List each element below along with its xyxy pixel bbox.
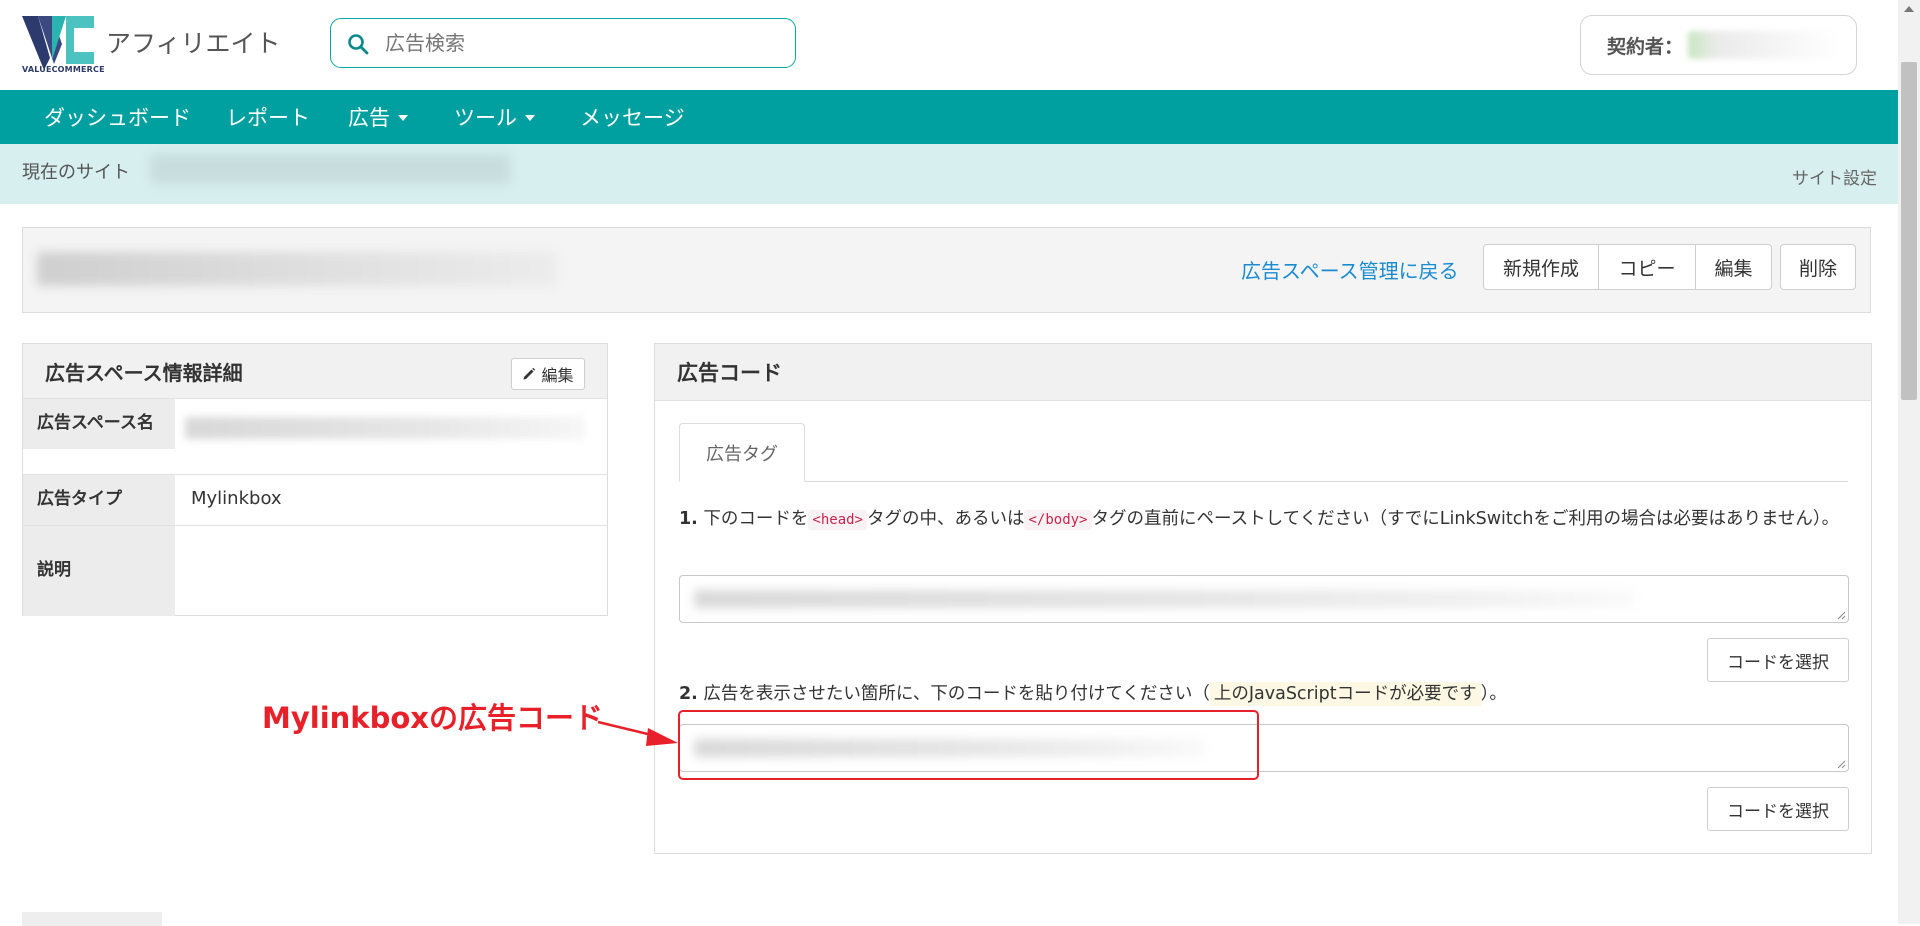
step2-instruction: 2. 広告を表示させたい箇所に、下のコードを貼り付けてください（ 上のJavaSc… [679, 680, 1849, 708]
js-code-redacted [694, 590, 1634, 608]
resize-grip-icon[interactable] [1836, 610, 1846, 620]
select-mylinkbox-code-button[interactable]: コードを選択 [1707, 787, 1849, 831]
head-tag-code: <head> [808, 510, 867, 530]
nav-item-ads[interactable]: 広告 [348, 102, 408, 132]
body-tag-code: </body> [1024, 510, 1092, 530]
current-site-bar: 現在のサイト サイト設定 [0, 144, 1898, 204]
ad-space-name-redacted [185, 417, 585, 439]
info-row-type: 広告タイプ Mylinkbox [23, 474, 607, 525]
ad-search-box[interactable] [330, 18, 796, 68]
caret-down-icon [525, 115, 535, 121]
nav-item-messages[interactable]: メッセージ [580, 102, 685, 132]
info-panel-header: 広告スペース情報詳細 編集 [23, 344, 607, 399]
nav-item-report[interactable]: レポート [226, 102, 310, 132]
site-settings-link[interactable]: サイト設定 [1792, 164, 1877, 189]
annotation-label: Mylinkboxの広告コード [262, 701, 603, 735]
top-header: VALUECOMMERCE アフィリエイト 契約者： [0, 0, 1898, 90]
info-panel-title: 広告スペース情報詳細 [45, 361, 243, 385]
code-panel-title: 広告コード [677, 361, 782, 385]
search-icon[interactable] [347, 33, 369, 55]
mylinkbox-code-redacted [694, 739, 1204, 757]
step2-number: 2. [679, 684, 698, 704]
caret-down-icon [398, 115, 408, 121]
select-js-code-button[interactable]: コードを選択 [1707, 638, 1849, 682]
contractor-name-redacted [1688, 31, 1838, 59]
tab-divider [679, 481, 1848, 482]
step1-text-a: 下のコードを [703, 509, 809, 529]
annotation-arrow-icon [597, 720, 678, 746]
tab-ad-tag[interactable]: 広告タグ [679, 423, 805, 482]
nav-item-tools-label: ツール [454, 106, 517, 130]
step1-instruction: 1. 下のコードを <head> タグの中、あるいは </body> タグの直前にペース… [679, 505, 1849, 534]
logo-subtext: VALUECOMMERCE [22, 65, 105, 74]
step1-number: 1. [679, 509, 698, 529]
info-key-description: 説明 [23, 526, 175, 616]
info-edit-button[interactable]: 編集 [511, 358, 585, 390]
info-key-type: 広告タイプ [23, 475, 175, 525]
step1-text-c: タグの直前にペーストしてください（すでにLinkSwitchをご利用の場合は必要… [1091, 509, 1840, 529]
new-button[interactable]: 新規作成 [1483, 244, 1599, 290]
step2-text-b: ）。 [1480, 684, 1507, 704]
info-value-type: Mylinkbox [191, 488, 282, 509]
current-site-name-redacted[interactable] [150, 154, 510, 184]
ad-code-panel: 広告コード 広告タグ 1. 下のコードを <head> タグの中、あるいは </bod… [654, 343, 1872, 854]
edit-button[interactable]: 編集 [1696, 244, 1772, 290]
info-row-description: 説明 [23, 525, 607, 616]
mylinkbox-code-textarea[interactable] [679, 724, 1849, 772]
nav-item-tools[interactable]: ツール [454, 102, 535, 132]
scroll-up-icon[interactable] [1904, 6, 1914, 12]
contractor-box[interactable]: 契約者： [1580, 15, 1857, 75]
delete-button[interactable]: 削除 [1780, 244, 1856, 290]
pencil-icon [523, 367, 536, 380]
contractor-label: 契約者： [1607, 36, 1684, 58]
action-button-group: 新規作成 コピー 編集 削除 [1483, 244, 1856, 292]
js-code-textarea[interactable] [679, 575, 1849, 623]
copy-button[interactable]: コピー [1599, 244, 1696, 290]
js-required-highlight: 上のJavaScriptコードが必要です [1209, 682, 1481, 706]
nav-item-ads-label: 広告 [348, 106, 390, 130]
ad-search-input[interactable] [385, 27, 775, 59]
main-nav: ダッシュボード レポート 広告 ツール メッセージ [0, 90, 1898, 144]
page-scrollbar[interactable] [1898, 0, 1920, 924]
resize-grip-icon[interactable] [1836, 759, 1846, 769]
ad-space-title-redacted [37, 252, 557, 286]
info-row-name: 広告スペース名 [23, 398, 607, 449]
brand-name: アフィリエイト [106, 29, 281, 58]
back-to-ad-space-management-link[interactable]: 広告スペース管理に戻る [1241, 255, 1459, 284]
ad-space-title-panel: 広告スペース管理に戻る 新規作成 コピー 編集 削除 [22, 227, 1871, 313]
info-key-name: 広告スペース名 [23, 399, 175, 449]
code-panel-header: 広告コード [655, 344, 1871, 401]
step1-text-b: タグの中、あるいは [866, 509, 1025, 529]
nav-item-dashboard[interactable]: ダッシュボード [44, 102, 191, 132]
step2-text-a: 広告を表示させたい箇所に、下のコードを貼り付けてください（ [703, 684, 1210, 704]
scroll-thumb[interactable] [1901, 62, 1917, 400]
ad-space-info-panel: 広告スペース情報詳細 編集 広告スペース名 広告タイプ Mylinkbox 説明 [22, 343, 608, 616]
info-edit-label: 編集 [541, 366, 574, 385]
current-site-label: 現在のサイト [22, 162, 130, 183]
